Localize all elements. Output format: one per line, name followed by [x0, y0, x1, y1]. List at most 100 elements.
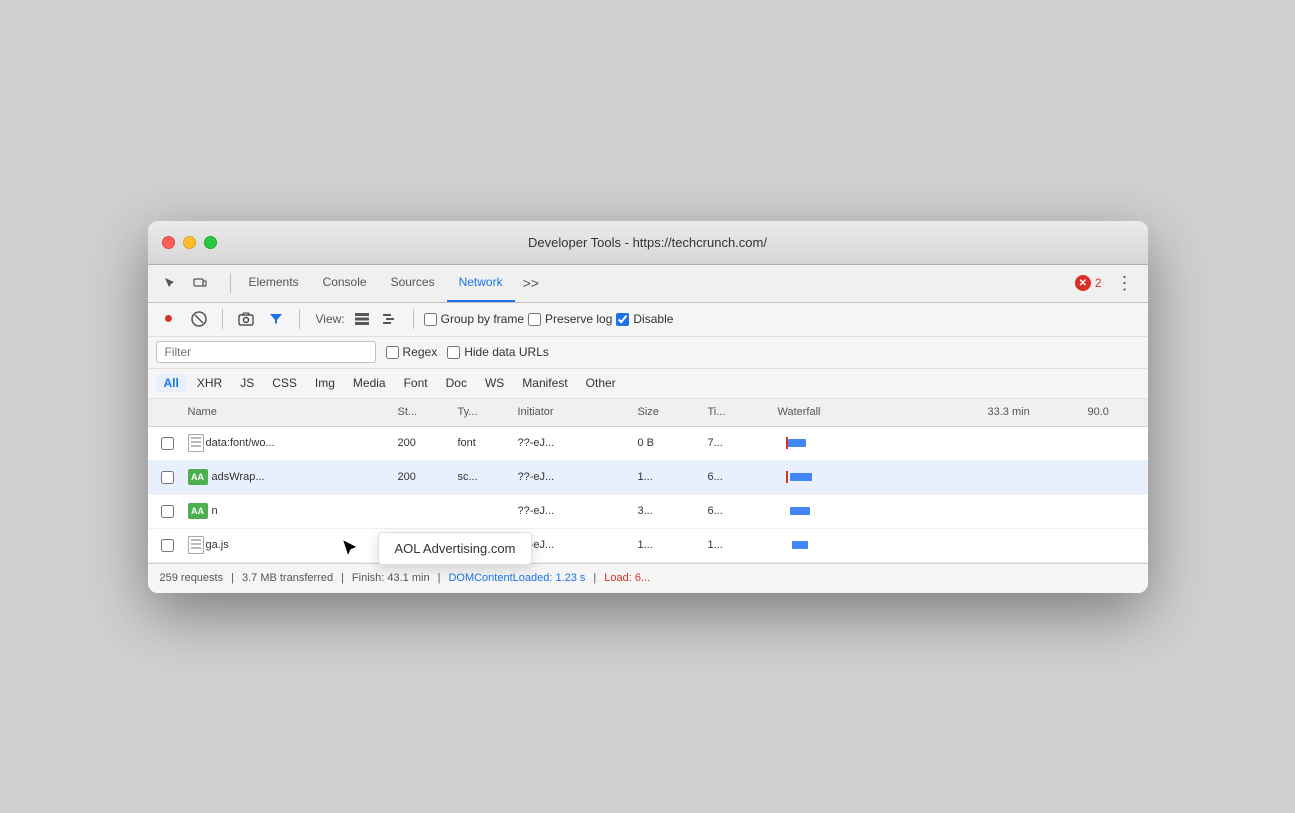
- table-row[interactable]: ga.js 200 sc... ??-eJ... 1... 1...: [148, 529, 1148, 563]
- col-time[interactable]: Ti...: [704, 406, 774, 418]
- doc-icon: [188, 536, 204, 554]
- hide-data-urls-toggle[interactable]: Hide data URLs: [447, 345, 549, 359]
- row-2-type: sc...: [454, 471, 514, 483]
- filter-input[interactable]: [156, 341, 376, 363]
- row-1-checkbox[interactable]: [152, 437, 184, 450]
- row-3-initiator: ??-eJ...: [514, 505, 634, 517]
- row-2-name: AA adsWrap...: [184, 469, 394, 485]
- row-1-name: data:font/wo...: [184, 434, 394, 452]
- row-1-status: 200: [394, 437, 454, 449]
- col-pct: 90.0: [1084, 406, 1144, 418]
- record-button[interactable]: ●: [156, 306, 182, 332]
- toolbar-divider-2: [299, 309, 300, 329]
- inspect-element-button[interactable]: [156, 269, 184, 297]
- filter-other[interactable]: Other: [578, 374, 624, 392]
- tooltip-text: AOL Advertising.com: [395, 541, 516, 556]
- error-badge: ✕ 2: [1075, 275, 1102, 291]
- row-3-waterfall: [774, 505, 984, 517]
- row-1-initiator: ??-eJ...: [514, 437, 634, 449]
- tab-more-button[interactable]: >>: [515, 271, 547, 295]
- col-type[interactable]: Ty...: [454, 406, 514, 418]
- col-time2: 33.3 min: [984, 406, 1084, 418]
- network-toolbar: ● View:: [148, 303, 1148, 337]
- type-filter-bar: All XHR JS CSS Img Media Font Doc WS Man…: [148, 369, 1148, 399]
- disable-cache-toggle[interactable]: Disable: [616, 312, 673, 326]
- filter-button[interactable]: [263, 306, 289, 332]
- filter-ws[interactable]: WS: [477, 374, 512, 392]
- doc-icon: [188, 434, 204, 452]
- status-transferred: 3.7 MB transferred: [242, 572, 333, 584]
- group-by-frame-toggle[interactable]: Group by frame: [424, 312, 524, 326]
- filter-all[interactable]: All: [156, 374, 187, 392]
- filter-xhr[interactable]: XHR: [189, 374, 230, 392]
- aa-badge: AA: [188, 503, 208, 519]
- row-2-checkbox[interactable]: [152, 471, 184, 484]
- col-size[interactable]: Size: [634, 406, 704, 418]
- tab-divider: [230, 273, 231, 293]
- close-button[interactable]: [162, 236, 175, 249]
- row-3-checkbox[interactable]: [152, 505, 184, 518]
- filter-doc[interactable]: Doc: [438, 374, 475, 392]
- status-dom-content: DOMContentLoaded: 1.23 s: [448, 572, 585, 584]
- row-2-time: 6...: [704, 471, 774, 483]
- col-waterfall[interactable]: Waterfall: [774, 406, 984, 418]
- row-4-time: 1...: [704, 539, 774, 551]
- screenshot-button[interactable]: [233, 306, 259, 332]
- aa-badge: AA: [188, 469, 208, 485]
- window-title: Developer Tools - https://techcrunch.com…: [528, 235, 767, 250]
- col-status[interactable]: St...: [394, 406, 454, 418]
- row-4-name: ga.js: [184, 536, 394, 554]
- filter-manifest[interactable]: Manifest: [514, 374, 575, 392]
- status-bar: 259 requests | 3.7 MB transferred | Fini…: [148, 563, 1148, 593]
- tooltip: AOL Advertising.com: [378, 532, 533, 565]
- view-list-button[interactable]: [349, 306, 375, 332]
- col-name[interactable]: Name: [184, 406, 394, 418]
- preserve-log-toggle[interactable]: Preserve log: [528, 312, 612, 326]
- row-1-time: 7...: [704, 437, 774, 449]
- tab-sources[interactable]: Sources: [379, 264, 447, 302]
- error-icon: ✕: [1075, 275, 1091, 291]
- clear-button[interactable]: [186, 306, 212, 332]
- table-row[interactable]: AA adsWrap... 200 sc... ??-eJ... 1... 6.…: [148, 461, 1148, 495]
- table-row[interactable]: data:font/wo... 200 font ??-eJ... 0 B 7.…: [148, 427, 1148, 461]
- status-load: Load: 6...: [604, 572, 650, 584]
- row-1-type: font: [454, 437, 514, 449]
- view-label: View:: [316, 312, 345, 326]
- table-header: Name St... Ty... Initiator Size Ti... Wa…: [148, 399, 1148, 427]
- filter-font[interactable]: Font: [396, 374, 436, 392]
- toolbar-divider-1: [222, 309, 223, 329]
- tab-right-area: ✕ 2 ⋮: [1075, 271, 1140, 296]
- row-3-size: 3...: [634, 505, 704, 517]
- row-2-status: 200: [394, 471, 454, 483]
- maximize-button[interactable]: [204, 236, 217, 249]
- regex-toggle[interactable]: Regex: [386, 345, 438, 359]
- more-options-button[interactable]: ⋮: [1110, 271, 1140, 296]
- row-1-waterfall: [774, 437, 984, 449]
- toolbar-divider-3: [413, 309, 414, 329]
- filter-js[interactable]: JS: [232, 374, 262, 392]
- filter-css[interactable]: CSS: [264, 374, 305, 392]
- row-4-waterfall: [774, 539, 984, 551]
- devtools-tabs: Elements Console Sources Network >> ✕ 2 …: [148, 265, 1148, 303]
- row-3-time: 6...: [704, 505, 774, 517]
- filter-bar: Regex Hide data URLs: [148, 337, 1148, 369]
- tab-elements[interactable]: Elements: [237, 264, 311, 302]
- traffic-lights: [162, 236, 217, 249]
- status-requests: 259 requests: [160, 572, 224, 584]
- view-waterfall-button[interactable]: [377, 306, 403, 332]
- table-row[interactable]: AA n ??-eJ... 3... 6...: [148, 495, 1148, 529]
- tab-console[interactable]: Console: [311, 264, 379, 302]
- filter-img[interactable]: Img: [307, 374, 343, 392]
- row-3-name: AA n: [184, 503, 394, 519]
- filter-media[interactable]: Media: [345, 374, 394, 392]
- col-initiator[interactable]: Initiator: [514, 406, 634, 418]
- device-toggle-button[interactable]: [186, 269, 214, 297]
- row-4-checkbox[interactable]: [152, 539, 184, 552]
- tab-network[interactable]: Network: [447, 264, 515, 302]
- title-bar: Developer Tools - https://techcrunch.com…: [148, 221, 1148, 265]
- row-2-initiator: ??-eJ...: [514, 471, 634, 483]
- table-body: data:font/wo... 200 font ??-eJ... 0 B 7.…: [148, 427, 1148, 563]
- devtools-window: Developer Tools - https://techcrunch.com…: [148, 221, 1148, 593]
- row-2-waterfall: [774, 471, 984, 483]
- minimize-button[interactable]: [183, 236, 196, 249]
